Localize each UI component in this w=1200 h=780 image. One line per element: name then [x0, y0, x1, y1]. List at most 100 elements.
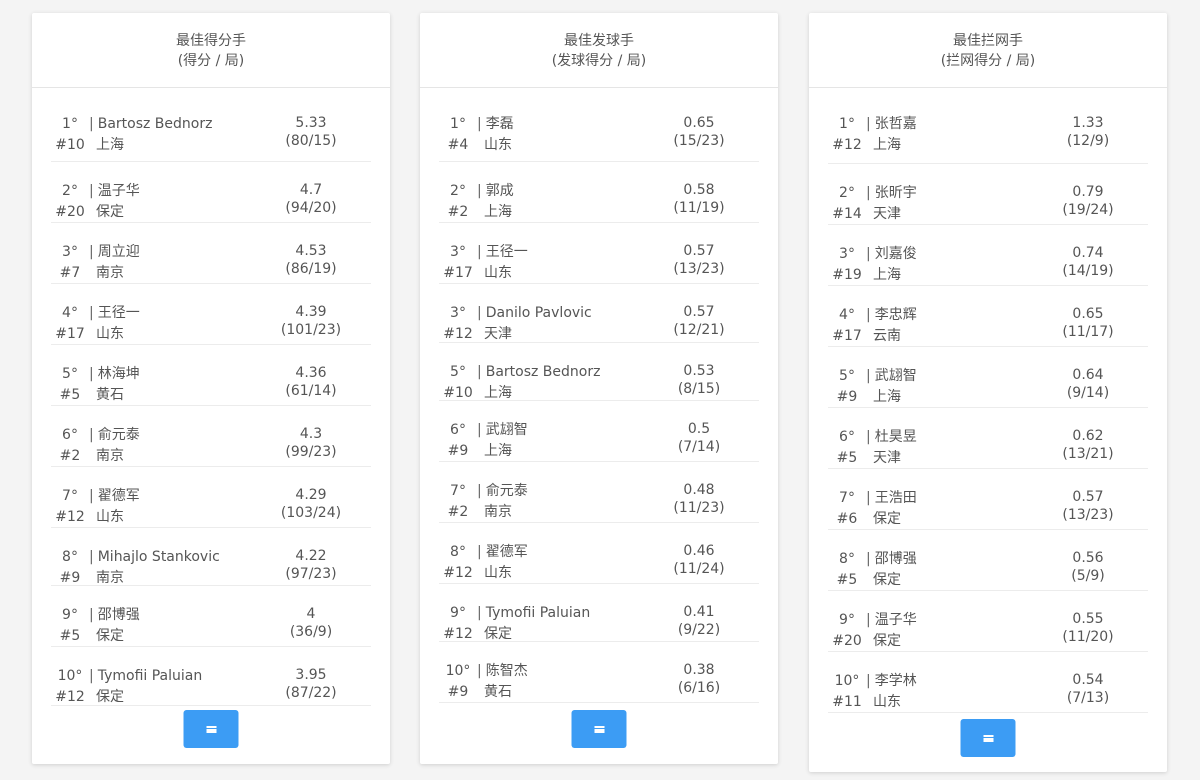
- player-team: 上海: [484, 204, 512, 220]
- player-cell: 俞元泰南京: [89, 425, 140, 467]
- player-cell: Danilo Pavlovic 天津: [477, 303, 592, 345]
- player-team: 山东: [484, 265, 512, 281]
- card-subtitle: (发球得分 / 局): [551, 53, 647, 69]
- stat-cell: 0.57 (13/23): [1040, 488, 1136, 524]
- stat-value: 0.53: [683, 363, 715, 379]
- stat-ratio: (7/13): [1066, 690, 1110, 706]
- player-team: 保定: [96, 628, 124, 644]
- player-name: 张昕宇: [866, 183, 917, 204]
- stat-value: 0.57: [1072, 489, 1104, 505]
- player-team: 上海: [873, 267, 901, 283]
- rank-cell: 2° #20: [51, 181, 89, 223]
- stat-value: 0.57: [683, 243, 715, 259]
- stat-ratio: (13/21): [1062, 446, 1114, 462]
- top-servers-card: 最佳发球手(发球得分 / 局)1°#4李磊山东0.65(15/23)2°#2郭成…: [420, 13, 778, 764]
- rank-cell: 4° #17: [51, 303, 89, 345]
- player-cell: 陈智杰黄石: [477, 661, 528, 703]
- stat-value: 0.65: [1072, 306, 1104, 322]
- player-name: 周立迎: [89, 242, 140, 263]
- player-name: 俞元泰: [477, 481, 528, 502]
- player-team: 保定: [873, 572, 901, 588]
- rank-cell: 3° #17: [439, 242, 477, 284]
- rank-cell: 5° #10: [439, 362, 477, 404]
- stat-ratio: (61/14): [285, 383, 337, 399]
- rank-position: 9°: [450, 605, 466, 621]
- rank-position: 10°: [445, 663, 471, 679]
- show-more-button[interactable]: [960, 719, 1016, 757]
- leaderboard-row: 7°#6王浩田保定0.57(13/23): [828, 469, 1148, 530]
- leaderboard-row: 7°#2俞元泰南京0.48(11/23): [439, 462, 759, 523]
- leaderboard-row: 8°#12翟德军山东0.46(11/24): [439, 523, 759, 584]
- player-number: #9: [447, 684, 469, 700]
- leaderboard-row: 1°#4李磊山东0.65(15/23): [439, 95, 759, 162]
- player-cell: 林海坤黄石: [89, 364, 140, 406]
- stat-cell: 4.36 (61/14): [263, 364, 359, 400]
- stat-cell: 0.62 (13/21): [1040, 427, 1136, 463]
- stat-value: 0.65: [683, 115, 715, 131]
- player-number: #20: [55, 204, 85, 220]
- player-cell: 郭成上海: [477, 181, 514, 223]
- player-team: 上海: [96, 137, 124, 153]
- stat-value: 0.41: [683, 604, 715, 620]
- player-team: 南京: [96, 265, 124, 281]
- show-more-button[interactable]: [183, 710, 239, 748]
- stat-cell: 4.39 (101/23): [263, 303, 359, 339]
- stat-ratio: (12/9): [1066, 133, 1110, 149]
- stat-cell: 0.64 (9/14): [1040, 366, 1136, 402]
- stat-cell: 4.3 (99/23): [263, 425, 359, 461]
- player-name: 温子华: [89, 181, 140, 202]
- card-header: 最佳得分手 (得分 / 局): [32, 13, 390, 88]
- stat-cell: 0.57 (13/23): [651, 242, 747, 278]
- stat-cell: 4.7 (94/20): [263, 181, 359, 217]
- rank-cell: 3° #19: [828, 244, 866, 286]
- leaderboard-list: 1°#4李磊山东0.65(15/23)2°#2郭成上海0.58(11/19)3°…: [420, 88, 778, 703]
- stat-ratio: (86/19): [285, 261, 337, 277]
- rank-cell: 6° #5: [828, 427, 866, 469]
- stat-value: 3.95: [295, 667, 327, 683]
- player-name: 武翃智: [477, 420, 528, 441]
- stat-cell: 0.54 (7/13): [1040, 671, 1136, 707]
- rank-cell: 6° #2: [51, 425, 89, 467]
- player-name: 刘嘉俊: [866, 244, 917, 265]
- rank-position: 6°: [839, 429, 855, 445]
- rank-cell: 7° #2: [439, 481, 477, 523]
- rank-position: 7°: [450, 483, 466, 499]
- rank-position: 2°: [450, 183, 466, 199]
- stat-value: 0.57: [683, 304, 715, 320]
- player-team: 南京: [484, 504, 512, 520]
- player-name: 李忠辉: [866, 305, 917, 326]
- rank-position: 4°: [62, 305, 78, 321]
- card-header: 最佳拦网手 (拦网得分 / 局): [809, 13, 1167, 88]
- stat-ratio: (11/24): [673, 561, 725, 577]
- player-number: #20: [832, 633, 862, 649]
- player-name: 邵博强: [89, 605, 140, 626]
- stat-ratio: (8/15): [677, 381, 721, 397]
- player-cell: 温子华保定: [866, 610, 917, 652]
- rank-position: 5°: [450, 364, 466, 380]
- stat-cell: 5.33 (80/15): [263, 114, 359, 150]
- stat-value: 4.22: [295, 548, 327, 564]
- rank-cell: 10° #11: [828, 671, 866, 713]
- leaderboard-row: 10°#9陈智杰黄石0.38(6/16): [439, 642, 759, 703]
- player-cell: 温子华保定: [89, 181, 140, 223]
- player-cell: 李忠辉云南: [866, 305, 917, 347]
- player-name: 杜昊昱: [866, 427, 917, 448]
- rank-cell: 8° #12: [439, 542, 477, 584]
- player-name: Bartosz Bednorz: [477, 362, 601, 383]
- show-more-button[interactable]: [571, 710, 627, 748]
- player-cell: 李学林山东: [866, 671, 917, 713]
- stat-ratio: (80/15): [285, 133, 337, 149]
- stat-cell: 4.53 (86/19): [263, 242, 359, 278]
- menu-icon: [206, 725, 216, 733]
- card-title: 最佳拦网手: [953, 33, 1023, 49]
- stat-value: 0.79: [1072, 184, 1104, 200]
- player-team: 黄石: [484, 684, 512, 700]
- player-number: #2: [59, 448, 81, 464]
- card-subtitle: (得分 / 局): [177, 53, 245, 69]
- player-name: 张哲嘉: [866, 114, 917, 135]
- player-team: 天津: [873, 450, 901, 466]
- player-team: 上海: [484, 443, 512, 459]
- rank-cell: 3° #12: [439, 303, 477, 345]
- rank-cell: 2° #14: [828, 183, 866, 225]
- player-number: #19: [832, 267, 862, 283]
